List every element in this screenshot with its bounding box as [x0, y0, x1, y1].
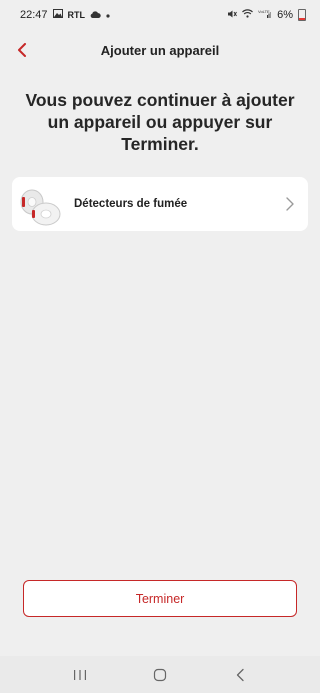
recent-apps-icon [74, 669, 86, 680]
status-bar: 22:47 RTL VoLTE 6% [0, 0, 320, 30]
home-button[interactable] [148, 663, 172, 687]
instruction-heading: Vous pouvez continuer à ajouter un appar… [25, 90, 295, 154]
chevron-left-icon [18, 43, 26, 57]
status-time: 22:47 [20, 9, 48, 21]
wifi-icon [242, 9, 254, 21]
home-icon [153, 668, 167, 681]
finish-button[interactable]: Terminer [23, 580, 297, 617]
battery-percent: 6% [277, 9, 293, 21]
dot-icon [106, 9, 110, 21]
mute-icon [227, 9, 238, 22]
battery-icon [298, 9, 306, 21]
rtl-icon: RTL [67, 9, 86, 20]
device-item-smoke-detectors[interactable]: Détecteurs de fumée [12, 177, 308, 231]
header: Ajouter un appareil [0, 30, 320, 70]
status-right: VoLTE 6% [227, 9, 306, 22]
smoke-detector-icon [20, 189, 61, 226]
back-nav-button[interactable] [228, 663, 252, 687]
status-left: 22:47 RTL [20, 9, 110, 21]
svg-text:VoLTE: VoLTE [258, 9, 270, 14]
chevron-right-icon [286, 197, 294, 211]
recent-apps-button[interactable] [68, 663, 92, 687]
device-item-label: Détecteurs de fumée [74, 198, 188, 210]
back-button[interactable] [10, 38, 34, 62]
signal-icon: VoLTE [258, 9, 272, 21]
cloud-icon [90, 9, 101, 21]
system-nav-bar [0, 656, 320, 693]
page-title: Ajouter un appareil [100, 42, 220, 58]
back-icon [236, 668, 244, 681]
gallery-icon [52, 9, 63, 21]
